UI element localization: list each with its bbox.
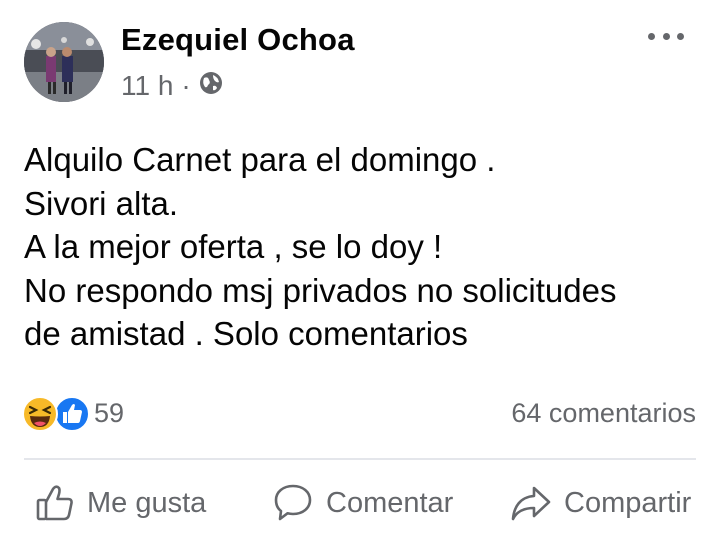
post-line: Alquilo Carnet para el domingo . [24,141,496,178]
post-line: de amistad . Solo comentarios [24,315,468,352]
speech-bubble-icon [272,482,314,524]
like-icon [54,396,90,432]
post-time[interactable]: 11 h [121,70,173,102]
share-arrow-icon [510,483,552,523]
reaction-summary[interactable]: 59 [22,393,124,433]
comment-button[interactable]: Comentar [272,480,453,526]
thumbs-up-icon [35,483,75,523]
post-line: A la mejor oferta , se lo doy ! [24,228,443,265]
like-button[interactable]: Me gusta [35,480,206,526]
author-avatar[interactable] [24,22,104,102]
post-line: No respondo msj privados no solicitudes [24,271,617,309]
reaction-count: 59 [94,397,125,428]
post-body: Alquilo Carnet para el domingo . Sivori … [24,138,704,356]
like-label: Me gusta [87,486,207,519]
share-label: Compartir [564,486,692,519]
more-options-icon[interactable] [648,26,684,46]
comment-label: Comentar [326,486,454,519]
meta-separator: · [181,70,191,101]
divider [24,458,696,460]
share-button[interactable]: Compartir [510,480,691,526]
haha-icon [22,396,58,432]
comment-count-link[interactable]: 64 comentarios [511,398,696,429]
post-meta: 11 h · [121,70,223,102]
post-line: Sivori alta. [24,184,179,222]
author-name[interactable]: Ezequiel Ochoa [121,22,355,58]
globe-icon[interactable] [199,70,223,102]
